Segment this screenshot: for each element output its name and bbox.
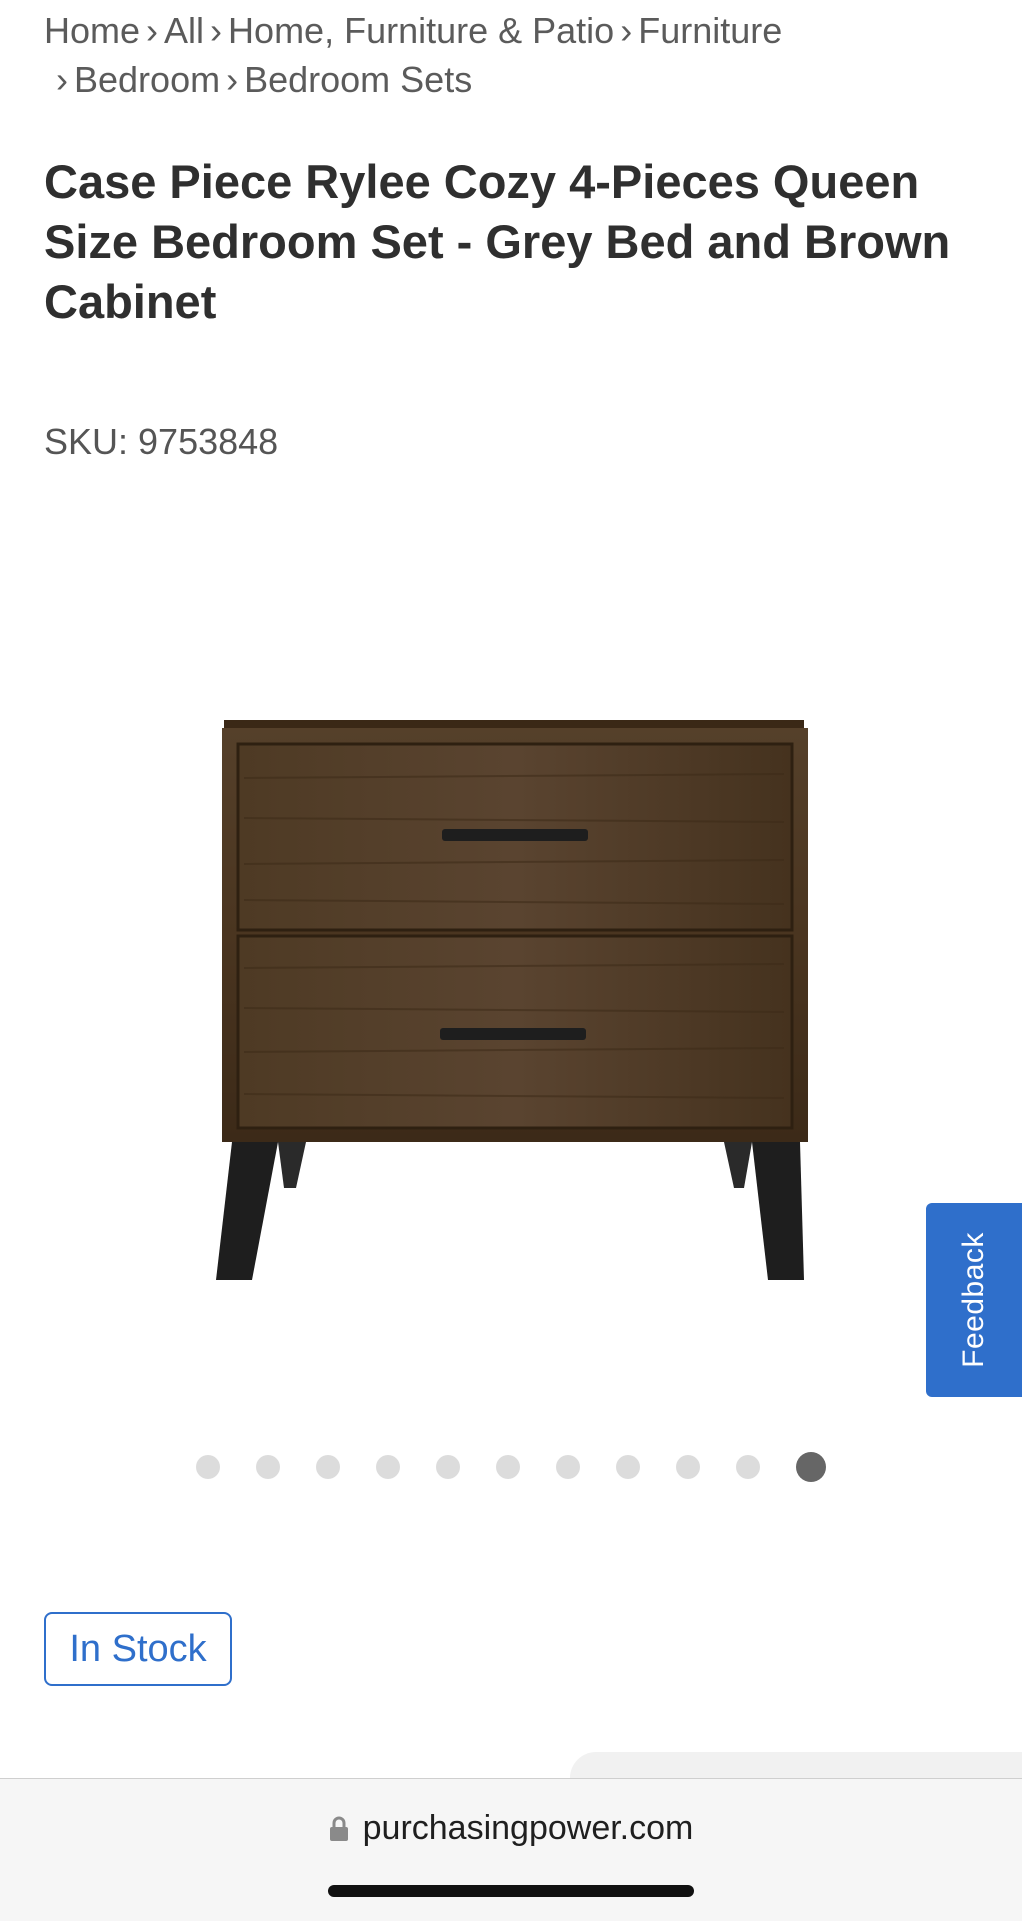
breadcrumb-home-furniture-patio[interactable]: Home, Furniture & Patio [228, 10, 614, 51]
breadcrumb-bedroom[interactable]: Bedroom [74, 59, 220, 100]
breadcrumb-all[interactable]: All [164, 10, 204, 51]
carousel-dots [196, 1452, 826, 1482]
nightstand-image [216, 720, 808, 1280]
breadcrumb-separator: › [620, 10, 633, 51]
carousel-dot-active[interactable] [796, 1452, 826, 1482]
browser-address-bar[interactable]: purchasingpower.com [0, 1778, 1022, 1921]
carousel-dot[interactable] [316, 1455, 340, 1479]
url-text: purchasingpower.com [362, 1809, 694, 1847]
product-image[interactable] [84, 668, 938, 1390]
carousel-dot[interactable] [736, 1455, 760, 1479]
breadcrumb-bedroom-sets[interactable]: Bedroom Sets [244, 59, 472, 100]
breadcrumb-separator: › [226, 59, 239, 100]
breadcrumb-furniture[interactable]: Furniture [638, 10, 782, 51]
carousel-dot[interactable] [676, 1455, 700, 1479]
carousel-dot[interactable] [556, 1455, 580, 1479]
lock-icon [329, 1816, 348, 1841]
feedback-label: Feedback [957, 1232, 990, 1368]
breadcrumb-separator: › [210, 10, 223, 51]
carousel-dot[interactable] [436, 1455, 460, 1479]
breadcrumb-separator: › [56, 59, 68, 100]
product-title: Case Piece Rylee Cozy 4-Pieces Queen Siz… [44, 155, 951, 328]
breadcrumb-separator: › [146, 10, 159, 51]
url-display[interactable]: purchasingpower.com [0, 1809, 1022, 1848]
breadcrumb: Home › All › Home, Furniture & Patio › Furnitu… [44, 6, 944, 104]
carousel-dot[interactable] [496, 1455, 520, 1479]
stock-status-badge: In Stock [44, 1612, 232, 1686]
carousel-dot[interactable] [376, 1455, 400, 1479]
home-indicator[interactable] [328, 1885, 694, 1897]
product-sku: SKU: 9753848 [44, 421, 279, 462]
carousel-dot[interactable] [256, 1455, 280, 1479]
carousel-dot[interactable] [196, 1455, 220, 1479]
feedback-tab[interactable]: Feedback [926, 1203, 1022, 1397]
carousel-dot[interactable] [616, 1455, 640, 1479]
breadcrumb-home[interactable]: Home [44, 10, 140, 51]
